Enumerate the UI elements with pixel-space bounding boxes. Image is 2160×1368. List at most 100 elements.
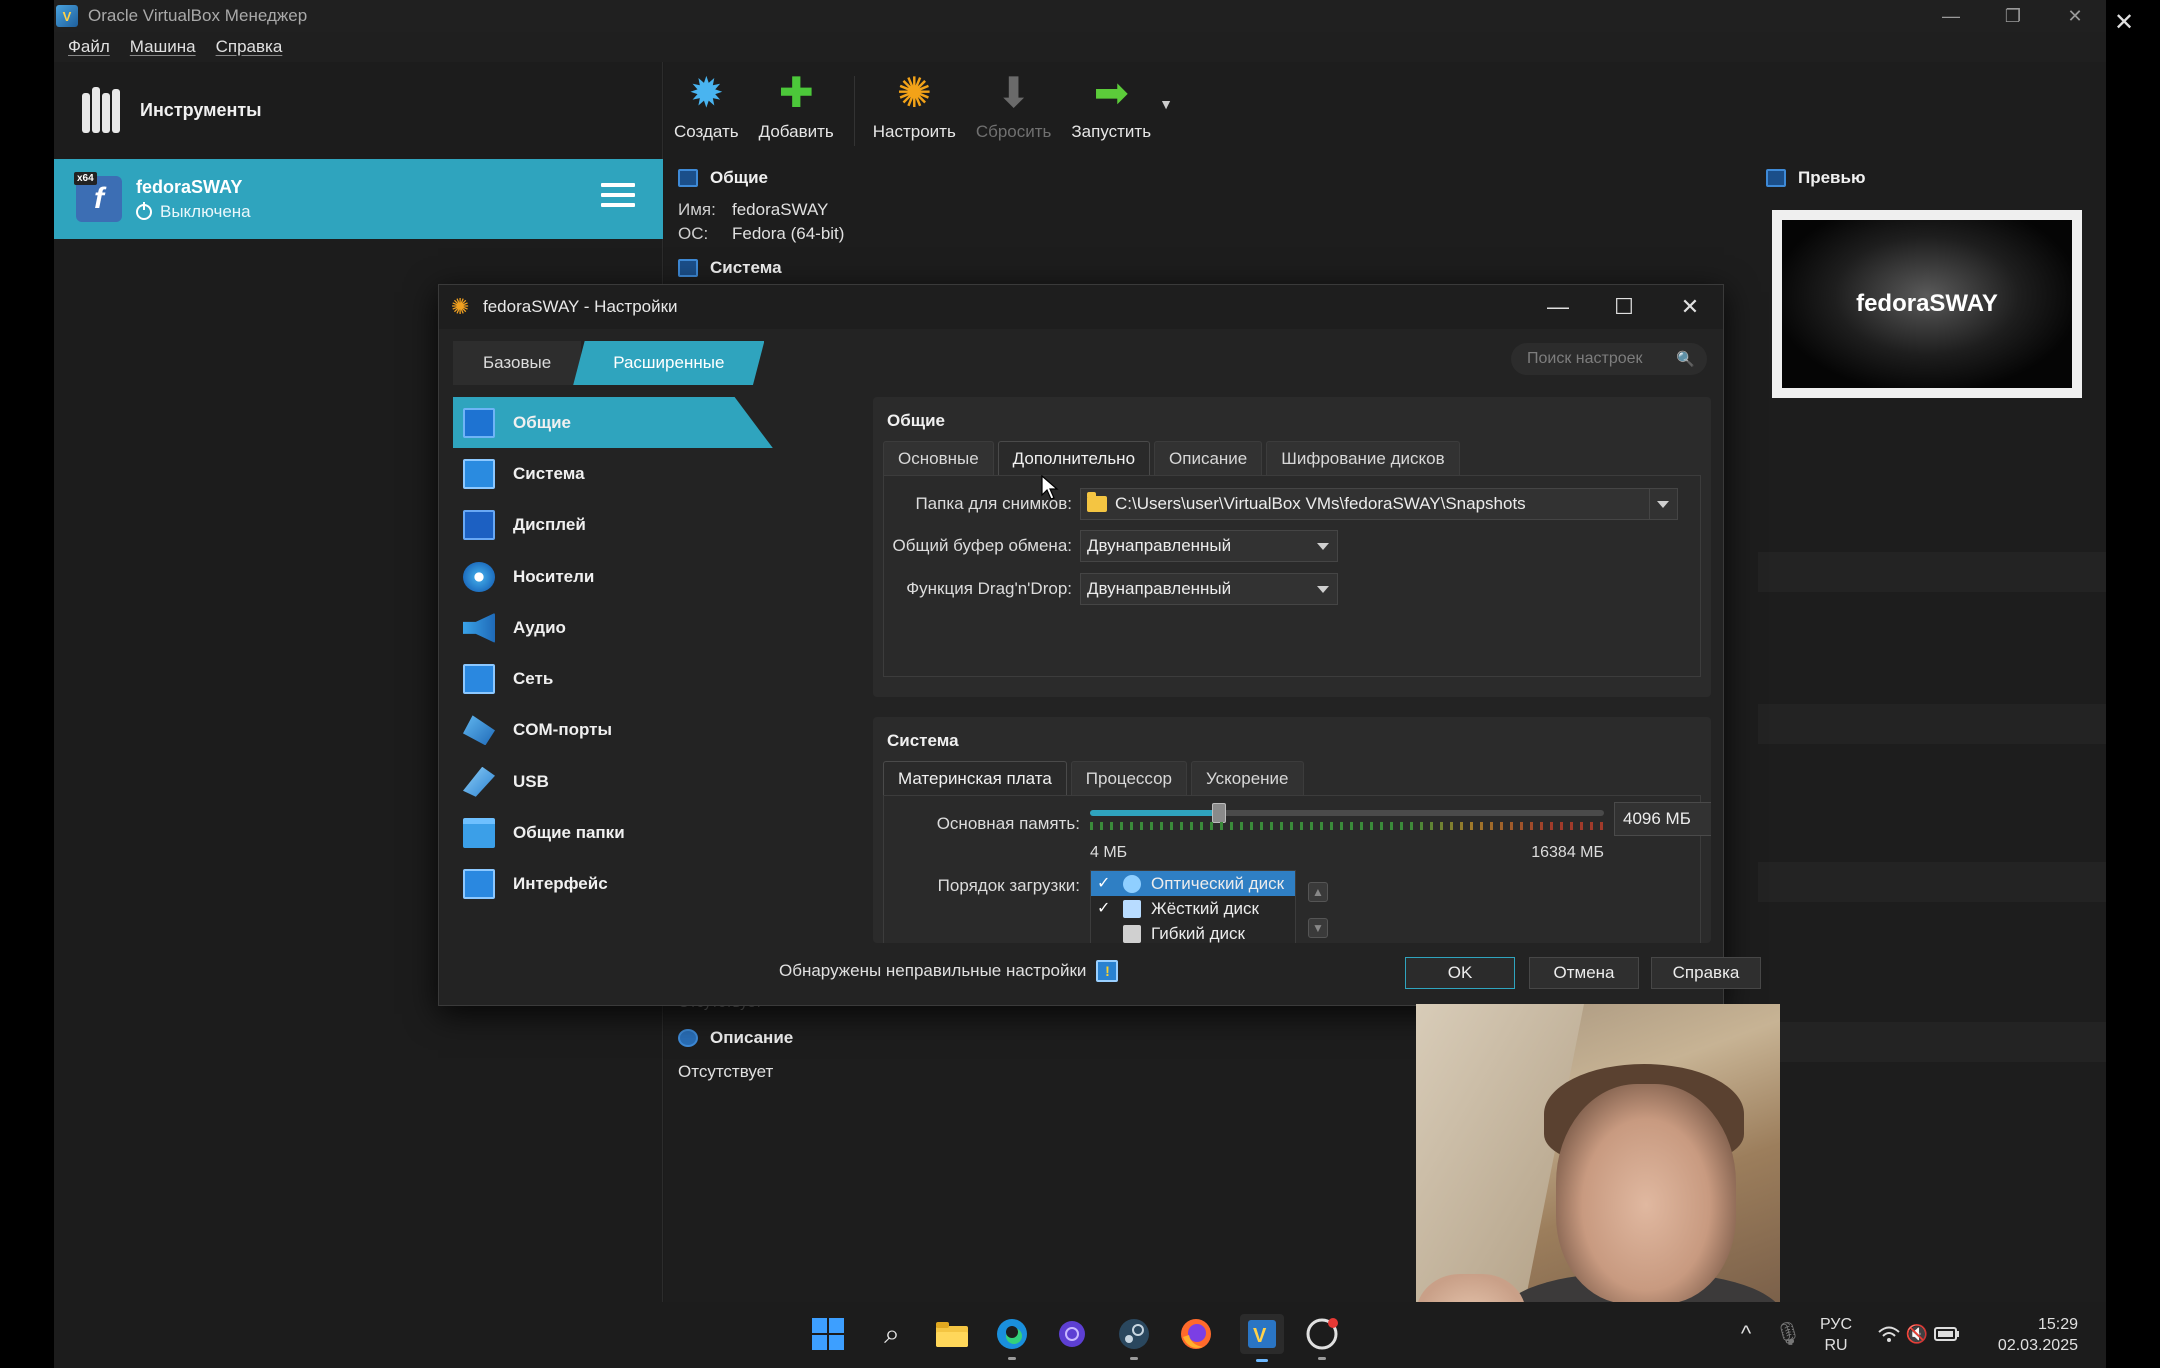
memory-slider-handle[interactable] [1211,803,1226,823]
category-com-ports[interactable]: COM-порты [453,705,773,756]
start-menu-icon[interactable] [810,1316,846,1352]
tab-acceleration[interactable]: Ускорение [1191,761,1304,795]
create-label: Создать [674,122,739,141]
start-dropdown-icon[interactable]: ▼ [1159,96,1173,112]
virtualbox-taskbar-icon[interactable]: V [1240,1314,1284,1362]
memory-spinbox[interactable]: 4096 МБ ▲▼ [1614,802,1711,836]
category-usb[interactable]: USB [453,756,773,807]
clipboard-label: Общий буфер обмена: [892,536,1072,555]
move-up-icon[interactable]: ▲ [1308,882,1328,902]
details-stripe [1758,552,2106,592]
category-audio[interactable]: Аудио [453,602,773,653]
dialog-close-icon[interactable]: ✕ [1657,285,1723,329]
category-network[interactable]: Сеть [453,653,773,704]
search-icon: 🔍 [1676,351,1695,368]
obs-recording-icon[interactable] [1304,1316,1340,1360]
player-close-icon[interactable]: ✕ [2114,8,2134,37]
start-label: Запустить [1071,122,1152,141]
minimize-icon[interactable]: — [1920,0,1982,32]
category-interface[interactable]: Интерфейс [453,859,773,910]
vm-list-item-fedorasway[interactable]: x64 f fedoraSWAY Выключена [54,159,663,239]
mode-tab-basic[interactable]: Базовые [453,341,582,385]
boot-item-optical[interactable]: ✓ Оптический диск [1091,871,1295,896]
category-display[interactable]: Дисплей [453,500,773,551]
dnd-select[interactable]: Двунаправленный [1080,573,1338,605]
category-storage[interactable]: Носители [453,551,773,602]
wifi-icon[interactable] [1876,1316,1902,1352]
add-button[interactable]: ✚ Добавить [759,70,834,142]
tools-item[interactable]: Инструменты [54,62,663,158]
boot-item-floppy[interactable]: Гибкий диск [1091,921,1295,943]
category-shared-folders[interactable]: Общие папки [453,807,773,858]
create-button[interactable]: ✹ Создать [674,70,739,142]
snapshot-folder-select[interactable]: C:\Users\user\VirtualBox VMs\fedoraSWAY\… [1080,488,1678,520]
proton-vpn-icon[interactable] [1054,1316,1090,1352]
category-list: Общие Система Дисплей Носители Аудио Сет… [453,397,773,910]
tab-motherboard[interactable]: Материнская плата [883,761,1067,795]
dialog-minimize-icon[interactable]: — [1525,285,1591,329]
vm-name: fedoraSWAY [136,176,243,197]
start-button[interactable]: ➡ Запустить [1071,70,1151,142]
spin-arrows-icon[interactable]: ▲▼ [1707,805,1711,833]
firefox-icon[interactable] [1178,1316,1214,1352]
cancel-button[interactable]: Отмена [1529,957,1639,989]
general-category-icon [463,407,495,438]
help-button[interactable]: Справка [1651,957,1761,989]
restore-icon[interactable]: ❐ [1982,0,2044,32]
memory-label: Основная память: [936,814,1080,833]
steam-icon[interactable] [1116,1316,1152,1360]
tab-processor[interactable]: Процессор [1070,761,1188,795]
warning-icon[interactable]: ! [1096,960,1119,982]
audio-category-icon [463,612,495,643]
menu-machine[interactable]: Машина [130,37,196,57]
file-explorer-icon[interactable] [934,1316,970,1352]
tab-description[interactable]: Описание [1154,441,1263,475]
battery-icon[interactable] [1934,1316,1960,1352]
memory-slider[interactable] [1090,810,1604,816]
move-down-icon[interactable]: ▼ [1308,918,1328,938]
tab-disk-encryption[interactable]: Шифрование дисков [1266,441,1460,475]
discard-icon: ⬇ [996,69,1032,116]
boot-item-hdd[interactable]: ✓ Жёсткий диск [1091,896,1295,921]
preview-screen: fedoraSWAY [1782,220,2072,388]
vm-item-menu-icon[interactable] [601,183,635,213]
add-icon: ✚ [778,69,814,116]
category-label: Носители [513,566,595,586]
checkbox-icon[interactable]: ✓ [1097,875,1113,892]
settings-search-input[interactable]: Поиск настроек 🔍 [1511,343,1707,375]
lang-bottom: RU [1824,1337,1848,1354]
search-icon[interactable]: ⌕ [874,1316,910,1352]
tools-icon [80,87,122,133]
general-group-title: Общие [887,411,945,430]
dialog-maximize-icon[interactable]: ☐ [1591,285,1657,329]
start-arrow-icon: ➡ [1093,69,1129,116]
os-label: ОС: [678,224,709,243]
category-system[interactable]: Система [453,448,773,499]
menu-file[interactable]: Файл [68,37,110,57]
settings-button[interactable]: ✺ Настроить [873,70,956,142]
clipboard-select[interactable]: Двунаправленный [1080,530,1338,562]
tab-basic[interactable]: Основные [883,441,994,475]
category-general[interactable]: Общие [453,397,773,449]
microphone-icon[interactable]: 🎙 [1770,1316,1806,1352]
close-icon[interactable]: ✕ [2044,0,2106,32]
main-toolbar: ✹ Создать ✚ Добавить ✺ Настроить ⬇ Сброс… [664,62,2106,158]
general-section-icon [678,169,698,187]
tab-advanced[interactable]: Дополнительно [997,441,1151,475]
tray-overflow-icon[interactable]: ^ [1728,1316,1764,1352]
details-stripe [1758,1022,2106,1062]
general-group: Общие Основные Дополнительно Описание Ши… [873,397,1711,697]
edge-browser-icon[interactable] [994,1316,1030,1360]
discard-button[interactable]: ⬇ Сбросить [976,70,1052,142]
arch-badge: x64 [74,172,97,185]
checkbox-icon[interactable] [1097,926,1113,942]
chevron-down-icon [1657,501,1669,508]
language-indicator[interactable]: РУС RU [1814,1314,1858,1356]
menu-help[interactable]: Справка [216,37,283,57]
volume-muted-icon[interactable]: 🔇 [1904,1316,1930,1352]
mode-tab-expert[interactable]: Расширенные [573,341,765,385]
clock[interactable]: 15:29 02.03.2025 [1974,1314,2078,1356]
checkbox-icon[interactable]: ✓ [1097,900,1113,917]
ok-button[interactable]: OK [1405,957,1515,989]
system-group-title: Система [887,731,959,750]
